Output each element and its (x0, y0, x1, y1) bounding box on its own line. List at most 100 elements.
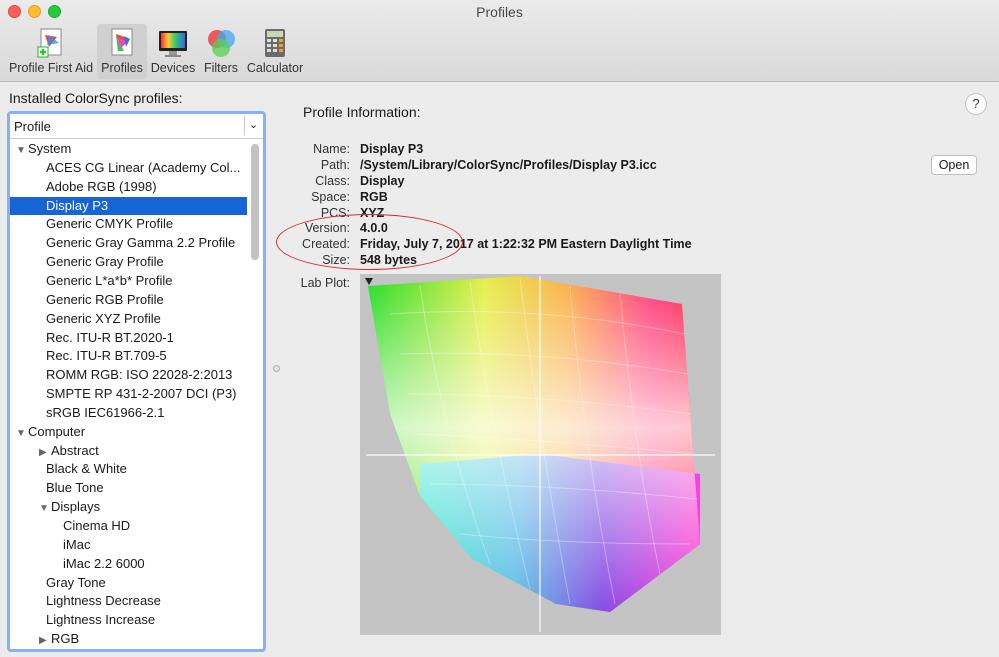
list-item-label: Generic L*a*b* Profile (46, 272, 173, 288)
lab-gamut-plot (365, 276, 715, 632)
toolbar-devices[interactable]: Devices (149, 24, 197, 79)
list-item-label: RGB (51, 631, 80, 647)
toolbar-label: Filters (203, 61, 239, 75)
profiles-icon (111, 28, 133, 56)
help-button[interactable]: ? (965, 93, 987, 115)
toolbar-label: Calculator (246, 61, 304, 75)
list-item-label: iMac 2.2 6000 (63, 555, 145, 571)
list-item-label: Rec. ITU-R BT.709-5 (46, 348, 167, 364)
list-item[interactable]: Lightness Decrease (10, 592, 247, 611)
chevron-down-icon[interactable]: ⌄ (244, 116, 262, 135)
toolbar-filters[interactable]: Filters (199, 24, 243, 79)
annotation-ellipse (276, 214, 463, 270)
list-item[interactable]: Generic L*a*b* Profile (10, 272, 247, 291)
field-label: Path: (320, 158, 350, 172)
list-item-label: ACES CG Linear (Academy Col... (46, 159, 241, 175)
toolbar-label: Profile First Aid (8, 61, 94, 75)
field-label: Space: (311, 190, 350, 204)
list-item[interactable]: Display P3 (10, 196, 247, 216)
list-item[interactable]: Black & White (10, 460, 247, 479)
list-item-label: sRGB IEC61966-2.1 (46, 404, 165, 420)
lab-plot-label: Lab Plot: (300, 276, 350, 290)
list-item[interactable]: Rec. ITU-R BT.2020-1 (10, 329, 247, 348)
disclosure-triangle-closed-icon[interactable]: ▶ (39, 632, 51, 649)
list-item-label: Abstract (51, 442, 99, 458)
split-view-divider-handle[interactable] (273, 365, 280, 372)
list-item-label: Gray Tone (46, 574, 106, 590)
list-item[interactable]: Generic XYZ Profile (10, 310, 247, 329)
list-item[interactable]: Generic CMYK Profile (10, 215, 247, 234)
list-item[interactable]: ▶ RGB (10, 630, 247, 649)
list-item-label: Lightness Decrease (46, 593, 161, 609)
list-item-label: Adobe RGB (1998) (46, 178, 157, 194)
field-value: Display P3 (360, 142, 424, 156)
calculator-icon (265, 29, 285, 57)
list-item-label: ROMM RGB: ISO 22028-2:2013 (46, 367, 233, 383)
profiles-window: Profiles Profile First Aid Profiles Devi… (0, 0, 999, 657)
profile-information-title: Profile Information: (303, 104, 421, 120)
list-item[interactable]: ▼ Computer (10, 423, 247, 442)
list-item[interactable]: iMac 2.2 6000 (10, 555, 247, 574)
disclosure-triangle-closed-icon[interactable]: ▶ (39, 444, 51, 461)
list-item-label: SMPTE RP 431-2-2007 DCI (P3) (46, 386, 237, 402)
profile-column-header[interactable]: Profile ⌄ (10, 114, 263, 139)
toolbar-label: Devices (150, 61, 196, 75)
profile-tree: ▼ System ACES CG Linear (Academy Col... Ado… (10, 140, 250, 649)
list-item-label: Generic Gray Profile (46, 254, 164, 270)
list-item[interactable]: Generic RGB Profile (10, 291, 247, 310)
list-item-label: Display P3 (46, 197, 109, 213)
list-item-label: Generic RGB Profile (46, 291, 164, 307)
plot-menu-triangle-icon[interactable] (365, 278, 373, 285)
list-item-label: Rec. ITU-R BT.2020-1 (46, 329, 174, 345)
list-item[interactable]: Gray Tone (10, 574, 247, 593)
list-item[interactable]: sRGB IEC61966-2.1 (10, 404, 247, 423)
disclosure-triangle-open-icon[interactable]: ▼ (16, 142, 28, 159)
list-scrollbar[interactable] (251, 144, 259, 260)
list-item[interactable]: Generic Gray Gamma 2.2 Profile (10, 234, 247, 253)
devices-icon (159, 31, 187, 57)
list-item[interactable]: ▼ Displays (10, 498, 247, 517)
list-item-label: Cinema HD (63, 518, 131, 533)
list-item-label: Generic XYZ Profile (46, 310, 161, 326)
list-item[interactable]: Lightness Increase (10, 611, 247, 630)
list-item[interactable]: ▼ System (10, 140, 247, 159)
titlebar: Profiles Profile First Aid Profiles Devi… (0, 0, 999, 82)
list-item[interactable]: ACES CG Linear (Academy Col... (10, 159, 247, 178)
field-value: /System/Library/ColorSync/Profiles/Displ… (360, 158, 657, 172)
list-item-label: iMac (63, 536, 91, 552)
list-item[interactable]: ROMM RGB: ISO 22028-2:2013 (10, 366, 247, 385)
installed-profiles-heading: Installed ColorSync profiles: (9, 90, 183, 106)
toolbar-profile-first-aid[interactable]: Profile First Aid (6, 24, 96, 79)
list-item-label: Generic Gray Gamma 2.2 Profile (46, 235, 236, 251)
toolbar-profiles[interactable]: Profiles (97, 24, 147, 79)
list-item-label: Lightness Increase (46, 612, 156, 628)
window-title: Profiles (476, 4, 523, 20)
list-item[interactable]: Adobe RGB (1998) (10, 178, 247, 197)
list-item[interactable]: Cinema HD (10, 517, 247, 536)
profiles-list[interactable]: Profile ⌄ ▼ System ACES CG Linear (Academy… (7, 111, 266, 652)
toolbar-calculator[interactable]: Calculator (245, 24, 305, 79)
list-item-label: Computer (28, 423, 86, 439)
profile-first-aid-icon (37, 28, 62, 58)
list-item-label: Displays (51, 499, 101, 515)
list-item[interactable]: SMPTE RP 431-2-2007 DCI (P3) (10, 385, 247, 404)
disclosure-triangle-open-icon[interactable]: ▼ (39, 500, 51, 517)
filters-icon (208, 30, 235, 57)
field-label: Class: (315, 174, 350, 188)
open-button[interactable]: Open (931, 155, 977, 175)
field-value: Display (360, 174, 405, 188)
list-item[interactable]: Generic Gray Profile (10, 253, 247, 272)
list-item[interactable]: Blue Tone (10, 479, 247, 498)
field-label: Name: (313, 142, 350, 156)
list-item[interactable]: ▶ Abstract (10, 442, 247, 461)
lab-plot[interactable] (360, 274, 721, 635)
list-item-label: Generic CMYK Profile (46, 216, 174, 232)
toolbar-label: Profiles (101, 61, 143, 75)
list-item[interactable]: iMac (10, 536, 247, 555)
list-item[interactable]: Rec. ITU-R BT.709-5 (10, 347, 247, 366)
column-header-label: Profile (14, 119, 51, 134)
list-item-label: System (28, 141, 72, 156)
field-value: RGB (360, 190, 388, 204)
list-item-label: Blue Tone (46, 480, 104, 496)
disclosure-triangle-open-icon[interactable]: ▼ (16, 425, 28, 442)
